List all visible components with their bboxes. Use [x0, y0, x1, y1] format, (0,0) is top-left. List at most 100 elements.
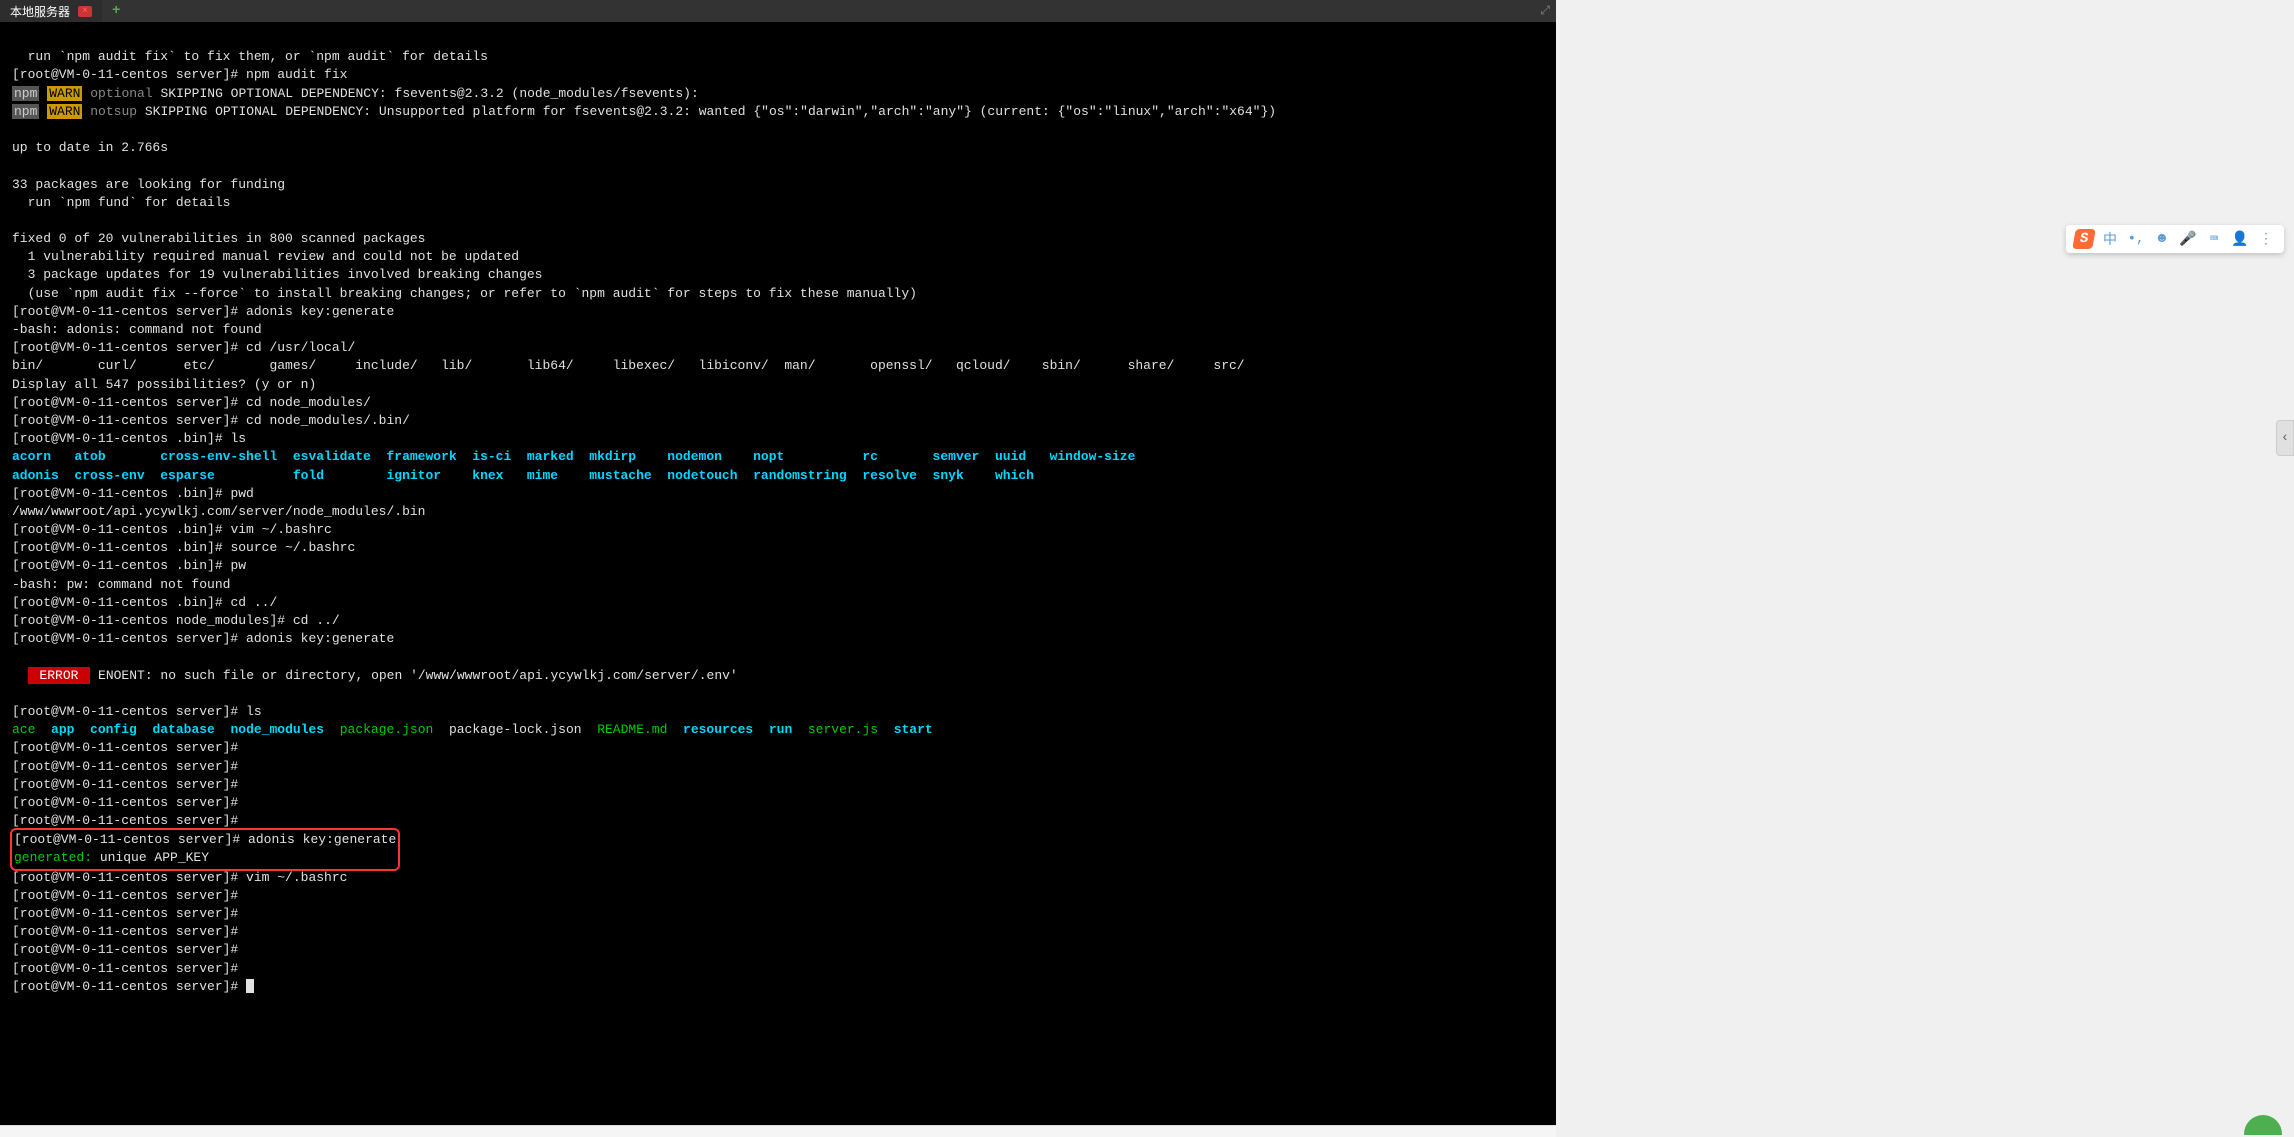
notsup-tag: notsup: [90, 104, 137, 119]
output-line: 3 package updates for 19 vulnerabilities…: [12, 267, 543, 282]
prompt: [root@VM-0-11-centos .bin]#: [12, 558, 230, 573]
prompt: [root@VM-0-11-centos server]#: [12, 704, 246, 719]
command: cd node_modules/.bin/: [246, 413, 410, 428]
output-line: fixed 0 of 20 vulnerabilities in 800 sca…: [12, 231, 425, 246]
output-line: /www/wwwroot/api.ycywlkj.com/server/node…: [12, 504, 425, 519]
command: adonis key:generate: [248, 832, 396, 847]
output-line: (use `npm audit fix --force` to install …: [12, 286, 917, 301]
output-line: up to date in 2.766s: [12, 140, 168, 155]
warn-tag: WARN: [47, 104, 82, 119]
ls-item: package-lock.json: [449, 722, 582, 737]
prompt: [root@VM-0-11-centos server]#: [12, 759, 246, 774]
ime-settings-button[interactable]: ⋮: [2256, 229, 2276, 249]
ls-item: database: [152, 722, 214, 737]
prompt: [root@VM-0-11-centos server]#: [12, 906, 246, 921]
output-line: 1 vulnerability required manual review a…: [12, 249, 519, 264]
prompt: [root@VM-0-11-centos server]#: [14, 832, 248, 847]
ls-item: run: [769, 722, 792, 737]
command: source ~/.bashrc: [230, 540, 355, 555]
ime-toolbar[interactable]: S 中 •, ☻ 🎤 ⌨ 👤 ⋮: [2066, 225, 2284, 253]
prompt: [root@VM-0-11-centos server]#: [12, 942, 246, 957]
ime-user-button[interactable]: 👤: [2230, 229, 2250, 249]
prompt: [root@VM-0-11-centos server]#: [12, 795, 246, 810]
status-indicator-icon[interactable]: [2244, 1115, 2282, 1135]
npm-tag: npm: [12, 86, 39, 101]
command: vim ~/.bashrc: [230, 522, 331, 537]
command: cd /usr/local/: [246, 340, 355, 355]
ime-emoji-button[interactable]: ☻: [2152, 229, 2172, 249]
ls-item: start: [894, 722, 933, 737]
scrollbar-horizontal[interactable]: [0, 1125, 1556, 1137]
ls-item: ace: [12, 722, 35, 737]
warn-tag: WARN: [47, 86, 82, 101]
prompt: [root@VM-0-11-centos server]#: [12, 777, 246, 792]
output-line: 33 packages are looking for funding: [12, 177, 285, 192]
output-line: -bash: pw: command not found: [12, 577, 230, 592]
tab-add-button[interactable]: +: [102, 3, 130, 19]
output-line: Display all 547 possibilities? (y or n): [12, 377, 316, 392]
prompt: [root@VM-0-11-centos server]#: [12, 340, 246, 355]
side-panel-toggle[interactable]: ‹: [2276, 420, 2294, 456]
ime-keyboard-button[interactable]: ⌨: [2204, 229, 2224, 249]
ls-item: node_modules: [230, 722, 324, 737]
ls-item: server.js: [808, 722, 878, 737]
terminal-output[interactable]: run `npm audit fix` to fix them, or `npm…: [0, 22, 1556, 1022]
output-line: ENOENT: no such file or directory, open …: [90, 668, 738, 683]
prompt: [root@VM-0-11-centos server]#: [12, 813, 246, 828]
error-badge: ERROR: [28, 667, 91, 684]
ime-lang-button[interactable]: 中: [2100, 229, 2120, 249]
ls-item: resources: [683, 722, 753, 737]
output-line: run `npm fund` for details: [12, 195, 230, 210]
prompt: [root@VM-0-11-centos server]#: [12, 67, 246, 82]
prompt: [root@VM-0-11-centos .bin]#: [12, 486, 230, 501]
tab-bar: 本地服务器 × +: [0, 0, 1556, 22]
prompt: [root@VM-0-11-centos server]#: [12, 979, 246, 994]
npm-tag: npm: [12, 104, 39, 119]
command: pwd: [230, 486, 253, 501]
output-line: bin/ curl/ etc/ games/ include/ lib/ lib…: [12, 358, 1245, 373]
command: vim ~/.bashrc: [246, 870, 347, 885]
optional-tag: optional: [90, 86, 152, 101]
command: adonis key:generate: [246, 304, 394, 319]
prompt: [root@VM-0-11-centos server]#: [12, 961, 246, 976]
command: ls: [230, 431, 246, 446]
ime-voice-button[interactable]: 🎤: [2178, 229, 2198, 249]
ime-logo-icon[interactable]: S: [2072, 229, 2096, 249]
prompt: [root@VM-0-11-centos .bin]#: [12, 431, 230, 446]
command: cd node_modules/: [246, 395, 371, 410]
tab-local-server[interactable]: 本地服务器 ×: [0, 0, 102, 22]
command: adonis key:generate: [246, 631, 394, 646]
highlight-box: [root@VM-0-11-centos server]# adonis key…: [10, 828, 400, 870]
prompt: [root@VM-0-11-centos node_modules]#: [12, 613, 293, 628]
ls-item: README.md: [597, 722, 667, 737]
prompt: [root@VM-0-11-centos .bin]#: [12, 522, 230, 537]
prompt: [root@VM-0-11-centos server]#: [12, 870, 246, 885]
command: npm audit fix: [246, 67, 347, 82]
ls-item: app: [51, 722, 74, 737]
prompt: [root@VM-0-11-centos server]#: [12, 413, 246, 428]
prompt: [root@VM-0-11-centos server]#: [12, 631, 246, 646]
prompt: [root@VM-0-11-centos server]#: [12, 304, 246, 319]
prompt: [root@VM-0-11-centos .bin]#: [12, 595, 230, 610]
command: cd ../: [293, 613, 340, 628]
command: cd ../: [230, 595, 277, 610]
prompt: [root@VM-0-11-centos server]#: [12, 395, 246, 410]
generated-key: unique APP_KEY: [92, 850, 209, 865]
output-line: run `npm audit fix` to fix them, or `npm…: [12, 49, 488, 64]
output-line: -bash: adonis: command not found: [12, 322, 262, 337]
tab-close-button[interactable]: ×: [78, 6, 92, 17]
expand-icon[interactable]: ⤢: [1540, 4, 1550, 18]
ls-item: config: [90, 722, 137, 737]
terminal-window: 本地服务器 × + ⤢ run `npm audit fix` to fix t…: [0, 0, 1556, 1137]
ls-output-row: adonis cross-env esparse fold ignitor kn…: [12, 468, 1034, 483]
ime-punctuation-button[interactable]: •,: [2126, 229, 2146, 249]
prompt: [root@VM-0-11-centos .bin]#: [12, 540, 230, 555]
tab-title: 本地服务器: [10, 3, 70, 20]
ls-output-row: acorn atob cross-env-shell esvalidate fr…: [12, 449, 1135, 464]
output-line: SKIPPING OPTIONAL DEPENDENCY: Unsupporte…: [137, 104, 1276, 119]
prompt: [root@VM-0-11-centos server]#: [12, 924, 246, 939]
command: ls: [246, 704, 262, 719]
command: pw: [230, 558, 246, 573]
cursor-icon: [246, 979, 254, 993]
prompt: [root@VM-0-11-centos server]#: [12, 740, 246, 755]
